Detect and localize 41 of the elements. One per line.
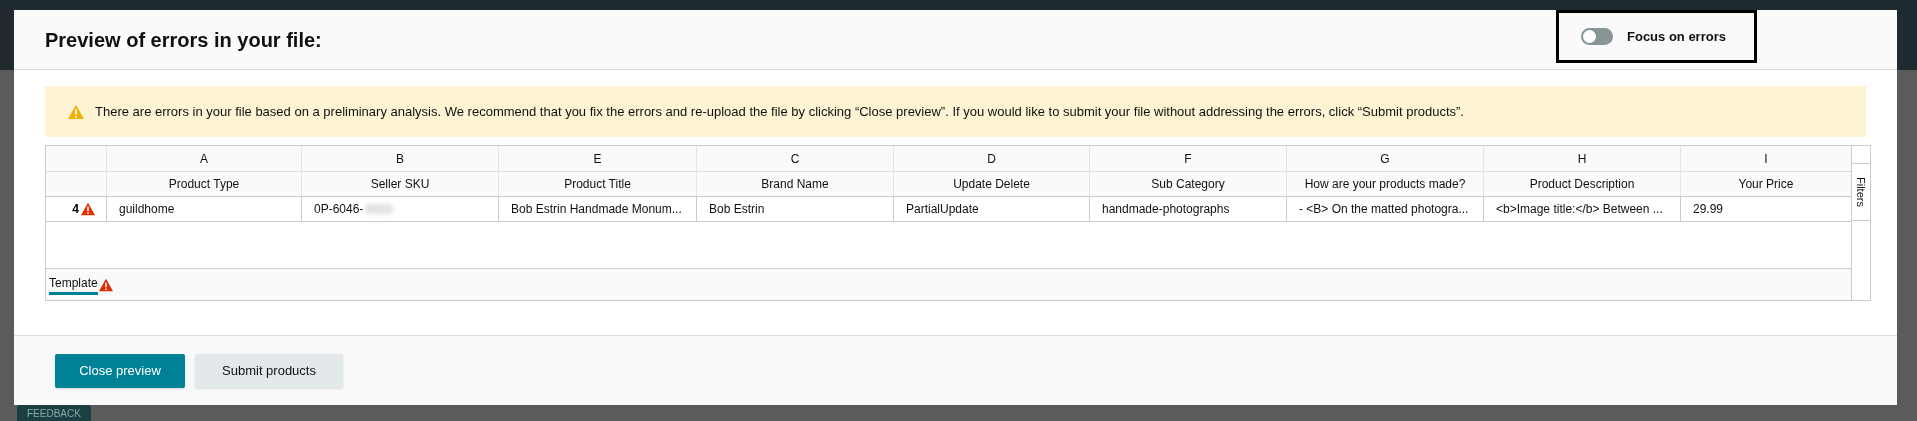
table-cell-text: 29.99 bbox=[1693, 201, 1724, 218]
close-button[interactable]: Close preview bbox=[55, 353, 185, 388]
filters-tab[interactable]: Filters bbox=[1852, 163, 1870, 221]
column-header: Product Title bbox=[498, 172, 696, 196]
column-letter: C bbox=[696, 146, 893, 171]
column-letter: F bbox=[1089, 146, 1286, 171]
column-header: Sub Category bbox=[1089, 172, 1286, 196]
table-cell-text: 0P-6046- bbox=[314, 201, 364, 218]
column-letter: B bbox=[301, 146, 498, 171]
warning-icon bbox=[97, 277, 114, 292]
column-letter: G bbox=[1286, 146, 1483, 171]
column-letter: D bbox=[893, 146, 1089, 171]
blurred-text bbox=[365, 204, 394, 214]
column-letter: E bbox=[498, 146, 696, 171]
column-header: Your Price bbox=[1680, 172, 1851, 196]
dialog-title: Preview of errors in your file: bbox=[45, 27, 322, 53]
row-number: 4 bbox=[72, 201, 79, 218]
toggle-switch[interactable] bbox=[1581, 28, 1613, 45]
toggle-label: Focus on errors bbox=[1627, 27, 1726, 46]
column-letter: A bbox=[106, 146, 301, 171]
column-letter: H bbox=[1483, 146, 1680, 171]
table-cell-text: guildhome bbox=[119, 201, 175, 218]
table-cell-text: - <B> On the matted photogra... bbox=[1299, 201, 1469, 218]
table-cell-text: Bob Estrin bbox=[709, 201, 765, 218]
warning-icon bbox=[67, 103, 85, 120]
column-header: Seller SKU bbox=[301, 172, 498, 196]
column-header: Product Description bbox=[1483, 172, 1680, 196]
column-header: How are your products made? bbox=[1286, 172, 1483, 196]
column-header: Update Delete bbox=[893, 172, 1089, 196]
table-cell-text: <b>Image title:</b> Between ... bbox=[1496, 201, 1663, 218]
warning-icon bbox=[80, 202, 96, 216]
table-cell-text: Bob Estrin Handmade Monum... bbox=[511, 201, 682, 218]
table-cell-text: PartialUpdate bbox=[906, 201, 979, 218]
submit-button[interactable]: Submit products bbox=[195, 353, 343, 388]
sheet-tab[interactable]: Template bbox=[49, 274, 98, 295]
table-cell-text: handmade-photographs bbox=[1102, 201, 1230, 218]
feedback-tab[interactable]: FEEDBACK bbox=[17, 405, 91, 421]
column-header: Product Type bbox=[106, 172, 301, 196]
column-header: Brand Name bbox=[696, 172, 893, 196]
column-letter: I bbox=[1680, 146, 1851, 171]
warning-message: There are errors in your file based on a preliminary analysis. We recommend that you fix the errors and re-upload the file by clicking “Close preview”. If you would like to submit your file without addressing the errors, click “Submit products”. bbox=[95, 102, 1464, 121]
